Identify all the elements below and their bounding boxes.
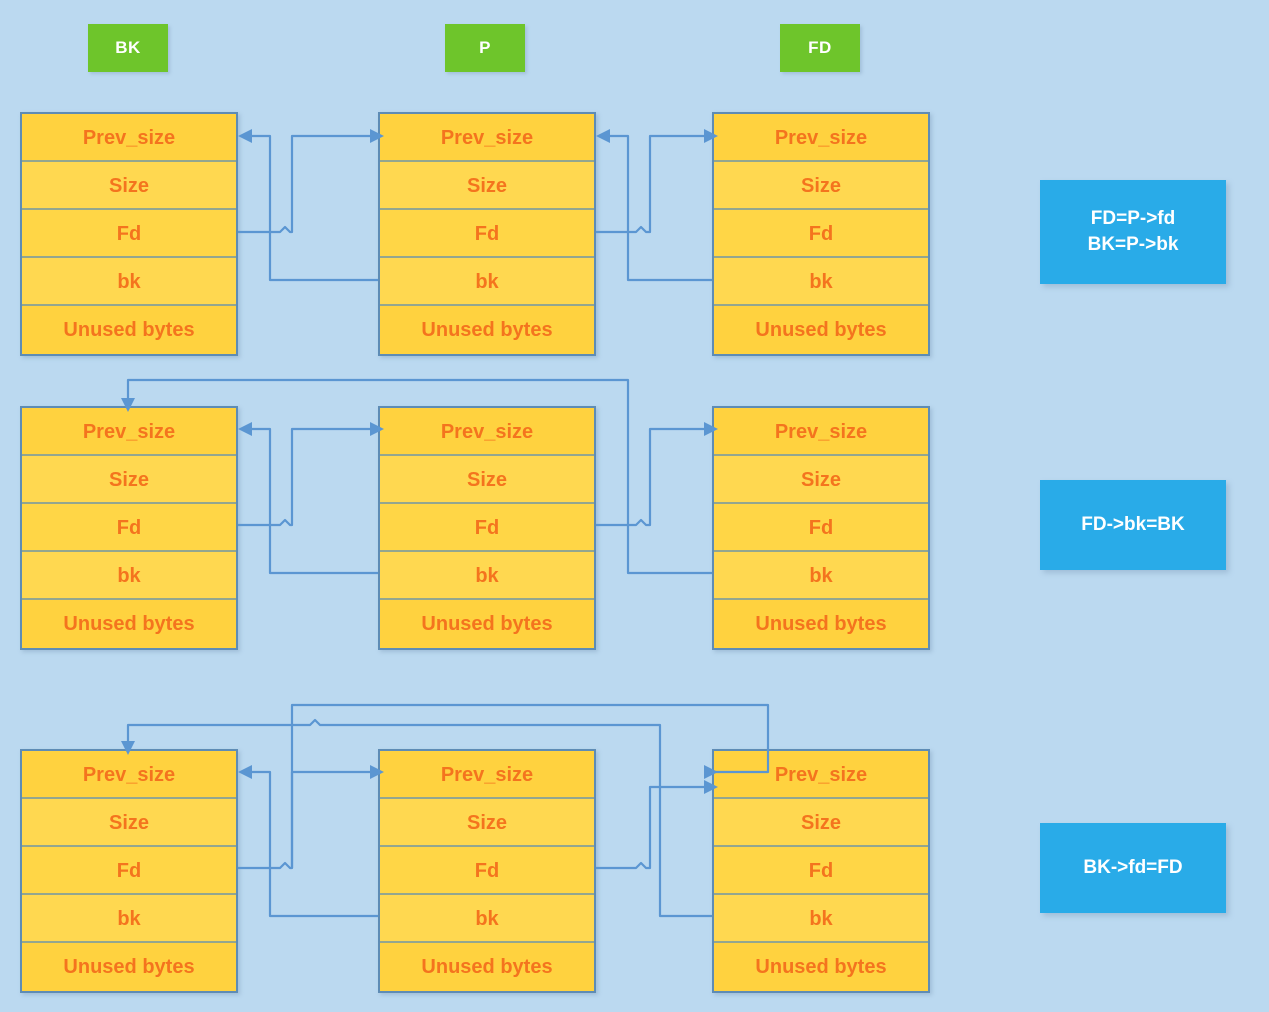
row2-wire-p-fd-to-fd (596, 422, 718, 527)
chunk-field-size: Size (22, 799, 236, 847)
chunk-field-unused: Unused bytes (380, 600, 594, 648)
chunk-field-fd: Fd (22, 504, 236, 552)
pointer-label-p: P (445, 24, 525, 72)
row1-chunk-fd: Prev_size Size Fd bk Unused bytes (712, 112, 930, 356)
row3-note-line-1: BK->fd=FD (1083, 857, 1183, 879)
chunk-field-prev-size: Prev_size (22, 751, 236, 799)
chunk-field-bk: bk (714, 895, 928, 943)
pointer-label-bk: BK (88, 24, 168, 72)
chunk-field-unused: Unused bytes (380, 943, 594, 991)
chunk-field-fd: Fd (380, 504, 594, 552)
row3-wire-p-fd-to-fd (596, 780, 718, 870)
chunk-field-fd: Fd (22, 210, 236, 258)
chunk-field-size: Size (714, 162, 928, 210)
pointer-label-p-text: P (479, 38, 491, 57)
chunk-field-bk: bk (22, 258, 236, 306)
row2-wire-bk-fd-to-p (238, 422, 384, 527)
chunk-field-fd: Fd (380, 847, 594, 895)
row2-chunk-fd: Prev_size Size Fd bk Unused bytes (712, 406, 930, 650)
chunk-field-bk: bk (714, 258, 928, 306)
chunk-field-size: Size (380, 799, 594, 847)
row2-wire-p-bk-to-bk (238, 422, 378, 575)
row3-chunk-p: Prev_size Size Fd bk Unused bytes (378, 749, 596, 993)
row1-chunk-p: Prev_size Size Fd bk Unused bytes (378, 112, 596, 356)
chunk-field-fd: Fd (714, 210, 928, 258)
chunk-field-bk: bk (22, 552, 236, 600)
row3-note: BK->fd=FD (1040, 823, 1226, 913)
row3-wire-p-bk-to-bk (238, 765, 378, 918)
pointer-label-fd: FD (780, 24, 860, 72)
chunk-field-size: Size (22, 456, 236, 504)
chunk-field-unused: Unused bytes (22, 943, 236, 991)
row1-note: FD=P->fd BK=P->bk (1040, 180, 1226, 284)
chunk-field-fd: Fd (22, 847, 236, 895)
chunk-field-size: Size (380, 162, 594, 210)
chunk-field-prev-size: Prev_size (714, 408, 928, 456)
chunk-field-unused: Unused bytes (22, 600, 236, 648)
row1-note-line-1: FD=P->fd (1090, 208, 1176, 230)
chunk-field-prev-size: Prev_size (380, 408, 594, 456)
row1-wire-p-bk-to-bk (238, 129, 378, 282)
row2-chunk-bk: Prev_size Size Fd bk Unused bytes (20, 406, 238, 650)
row1-wire-bk-fd-to-p (238, 129, 384, 234)
row3-wire-bk-fd-to-p (238, 765, 384, 870)
chunk-field-size: Size (714, 456, 928, 504)
row1-wire-p-fd-to-fd (596, 129, 718, 234)
row1-chunk-bk: Prev_size Size Fd bk Unused bytes (20, 112, 238, 356)
row1-wire-fd-bk-to-p (596, 129, 712, 282)
diagram-canvas: BK P FD Prev_size Size Fd bk Unused byte… (0, 0, 1269, 1012)
chunk-field-size: Size (714, 799, 928, 847)
chunk-field-prev-size: Prev_size (714, 751, 928, 799)
pointer-label-fd-text: FD (808, 38, 832, 57)
chunk-field-unused: Unused bytes (714, 306, 928, 354)
chunk-field-unused: Unused bytes (22, 306, 236, 354)
chunk-field-unused: Unused bytes (714, 600, 928, 648)
pointer-label-bk-text: BK (115, 38, 141, 57)
chunk-field-prev-size: Prev_size (380, 114, 594, 162)
chunk-field-bk: bk (22, 895, 236, 943)
chunk-field-bk: bk (714, 552, 928, 600)
chunk-field-prev-size: Prev_size (22, 114, 236, 162)
chunk-field-fd: Fd (714, 847, 928, 895)
chunk-field-prev-size: Prev_size (380, 751, 594, 799)
chunk-field-fd: Fd (380, 210, 594, 258)
chunk-field-unused: Unused bytes (380, 306, 594, 354)
row1-note-line-2: BK=P->bk (1087, 234, 1179, 255)
chunk-field-bk: bk (380, 258, 594, 306)
chunk-field-unused: Unused bytes (714, 943, 928, 991)
chunk-field-prev-size: Prev_size (714, 114, 928, 162)
row2-chunk-p: Prev_size Size Fd bk Unused bytes (378, 406, 596, 650)
row3-chunk-bk: Prev_size Size Fd bk Unused bytes (20, 749, 238, 993)
row3-chunk-fd: Prev_size Size Fd bk Unused bytes (712, 749, 930, 993)
row2-note-line-1: FD->bk=BK (1081, 514, 1185, 536)
row2-note: FD->bk=BK (1040, 480, 1226, 570)
chunk-field-bk: bk (380, 552, 594, 600)
chunk-field-size: Size (380, 456, 594, 504)
chunk-field-bk: bk (380, 895, 594, 943)
chunk-field-fd: Fd (714, 504, 928, 552)
chunk-field-prev-size: Prev_size (22, 408, 236, 456)
chunk-field-size: Size (22, 162, 236, 210)
